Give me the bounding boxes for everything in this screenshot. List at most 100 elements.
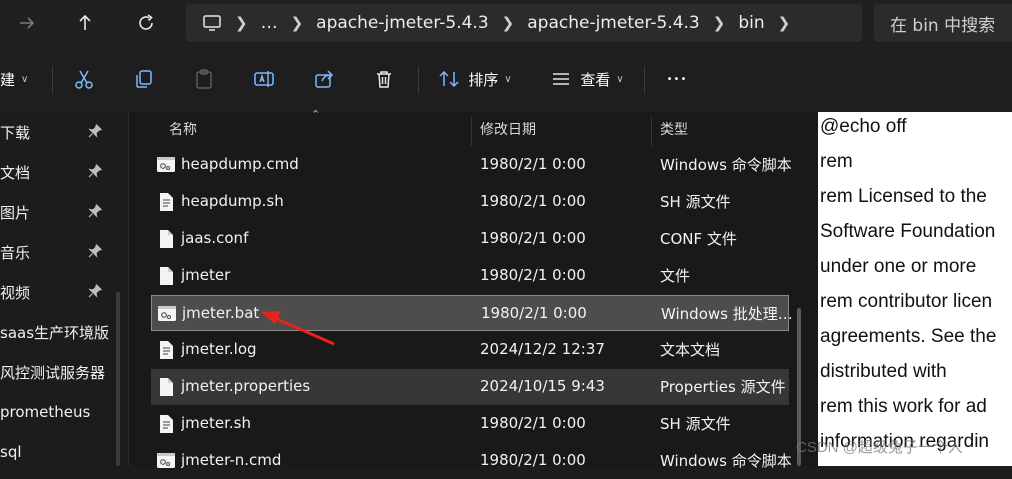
sidebar-item-label: saas生产环境版 — [0, 323, 110, 342]
sidebar-item-label: 图片 — [0, 203, 31, 222]
sidebar-item[interactable]: 文档 — [0, 154, 110, 190]
chevron-right-icon[interactable]: ❯ — [235, 14, 248, 32]
file-type: Windows 批处理… — [661, 304, 793, 323]
delete-button[interactable] — [368, 64, 400, 94]
sidebar-item-label: prometheus — [0, 403, 91, 421]
file-type: 文本文档 — [660, 340, 721, 359]
preview-line: rem this work for ad — [820, 396, 987, 417]
script-file-icon — [155, 154, 177, 180]
cut-button[interactable] — [68, 64, 100, 94]
toolbar-divider — [418, 66, 419, 94]
chevron-down-icon: ∨ — [504, 73, 512, 85]
preview-line: agreements. See the — [820, 326, 997, 347]
sidebar-item[interactable]: 音乐 — [0, 234, 110, 270]
file-name: heapdump.cmd — [181, 155, 299, 173]
file-name: jmeter.properties — [181, 377, 311, 395]
file-row[interactable]: heapdump.sh 1980/2/1 0:00 SH 源文件 — [151, 184, 789, 220]
pin-icon[interactable] — [88, 243, 103, 262]
breadcrumb-item-current[interactable]: bin — [738, 13, 764, 33]
chevron-down-icon: ∨ — [616, 73, 624, 85]
view-button[interactable]: 查看 ∨ — [546, 64, 628, 94]
file-name: jmeter — [181, 266, 231, 284]
file-date: 1980/2/1 0:00 — [480, 414, 586, 432]
search-placeholder: 在 bin 中搜索 — [890, 15, 996, 36]
file-name: heapdump.sh — [181, 192, 284, 210]
up-button[interactable] — [70, 8, 100, 38]
preview-line: Software Foundation — [820, 221, 996, 242]
pin-icon[interactable] — [88, 163, 103, 182]
file-list: ⌃ 名称 修改日期 类型 heapdump.cmd 1980/2/1 0:00 Wi… — [128, 108, 819, 470]
column-header-date[interactable]: 修改日期 — [480, 112, 536, 146]
sort-button[interactable]: 排序 ∨ — [434, 64, 516, 94]
file-row[interactable]: jmeter.properties 2024/10/15 9:43 Properti… — [151, 369, 789, 405]
share-icon — [315, 70, 334, 88]
pin-icon[interactable] — [88, 283, 103, 302]
preview-line: rem Licensed to the — [820, 186, 987, 207]
this-pc-icon[interactable] — [202, 14, 222, 32]
sidebar-item[interactable]: 下载 — [0, 114, 110, 150]
preview-line: under one or more — [820, 256, 977, 277]
file-date: 2024/10/15 9:43 — [480, 377, 605, 395]
address-bar[interactable]: ❯ … ❯ apache-jmeter-5.4.3 ❯ apache-jmete… — [186, 4, 862, 42]
refresh-button[interactable] — [131, 8, 161, 38]
sidebar-item[interactable]: 视频 — [0, 274, 110, 310]
arrow-right-icon — [20, 17, 35, 29]
trash-icon — [377, 71, 391, 88]
pin-icon[interactable] — [88, 123, 103, 142]
file-date: 1980/2/1 0:00 — [480, 229, 586, 247]
preview-line: distributed with — [820, 361, 947, 382]
rename-icon — [254, 71, 274, 87]
refresh-icon — [139, 14, 153, 30]
pin-icon[interactable] — [88, 203, 103, 222]
sidebar-item[interactable]: 图片 — [0, 194, 110, 230]
toolbar-divider — [52, 66, 53, 94]
sidebar-item-label: 下载 — [0, 123, 31, 142]
chevron-down-icon: ∨ — [21, 73, 29, 85]
rename-button[interactable] — [248, 64, 280, 94]
chevron-right-icon[interactable]: ❯ — [291, 14, 304, 32]
sidebar-item[interactable]: saas生产环境版 — [0, 314, 110, 350]
column-header-type[interactable]: 类型 — [660, 112, 688, 146]
column-header-name[interactable]: 名称 — [169, 112, 197, 146]
file-row-selected[interactable]: jmeter.bat 1980/2/1 0:00 Windows 批处理… — [151, 295, 793, 331]
blank-file-icon — [155, 228, 177, 254]
chevron-right-icon[interactable]: ❯ — [778, 14, 791, 32]
column-divider[interactable] — [651, 116, 652, 146]
file-row[interactable]: jmeter-n.cmd 1980/2/1 0:00 Windows 命令脚本 — [151, 443, 792, 479]
file-date: 1980/2/1 0:00 — [480, 266, 586, 284]
chevron-right-icon[interactable]: ❯ — [713, 14, 726, 32]
sidebar-scrollbar[interactable] — [116, 292, 120, 466]
sort-icon — [439, 70, 459, 88]
search-input[interactable]: 在 bin 中搜索 — [874, 4, 1012, 42]
file-row[interactable]: jmeter.sh 1980/2/1 0:00 SH 源文件 — [151, 406, 789, 442]
file-row[interactable]: jmeter.log 2024/12/2 12:37 文本文档 — [151, 332, 789, 368]
new-button[interactable]: 建 ∨ — [0, 64, 40, 94]
sidebar-item[interactable]: 风控测试服务器 — [0, 354, 110, 390]
sidebar-item-label: 音乐 — [0, 243, 31, 262]
breadcrumb-item[interactable]: apache-jmeter-5.4.3 — [527, 13, 700, 33]
file-row[interactable]: jaas.conf 1980/2/1 0:00 CONF 文件 — [151, 221, 789, 257]
scissors-icon — [75, 70, 93, 89]
share-button[interactable] — [308, 64, 340, 94]
file-name: jmeter.log — [181, 340, 257, 358]
file-type: CONF 文件 — [660, 229, 737, 248]
sidebar-item[interactable]: sql — [0, 434, 110, 470]
preview-pane: @echo off rem rem Licensed to the Software … — [818, 112, 1012, 466]
sidebar-item[interactable]: prometheus — [0, 394, 110, 430]
file-type: SH 源文件 — [660, 192, 731, 211]
sidebar-item-label: sql — [0, 443, 22, 461]
text-file-icon — [155, 413, 177, 439]
chevron-right-icon[interactable]: ❯ — [502, 14, 515, 32]
blank-file-icon — [155, 376, 177, 402]
breadcrumb-item[interactable]: apache-jmeter-5.4.3 — [316, 13, 489, 33]
paste-button[interactable] — [188, 64, 220, 94]
column-divider[interactable] — [471, 116, 472, 146]
sidebar-item-label: 风控测试服务器 — [0, 363, 106, 382]
breadcrumb-overflow[interactable]: … — [261, 13, 278, 33]
forward-button[interactable] — [12, 8, 42, 38]
more-options-button[interactable]: ••• — [660, 64, 694, 94]
file-name: jmeter-n.cmd — [181, 451, 282, 469]
file-row[interactable]: jmeter 1980/2/1 0:00 文件 — [151, 258, 789, 294]
file-row[interactable]: heapdump.cmd 1980/2/1 0:00 Windows 命令脚本 — [151, 147, 792, 183]
copy-button[interactable] — [128, 64, 160, 94]
